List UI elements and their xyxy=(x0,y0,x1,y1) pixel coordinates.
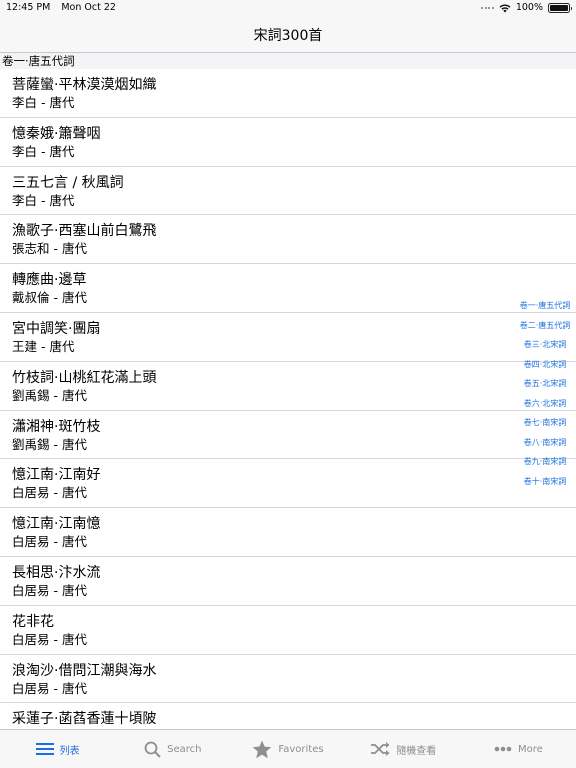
section-header: 卷一·唐五代詞 xyxy=(0,53,576,69)
battery-percent: 100% xyxy=(515,2,543,13)
section-index-item[interactable]: 卷二·唐五代詞 xyxy=(516,316,574,336)
section-index-item[interactable]: 卷十·南宋詞 xyxy=(516,472,574,492)
list-item[interactable]: 采蓮子·菡萏香蓮十頃陂皇甫松 - 唐代 xyxy=(0,703,576,729)
section-index-item[interactable]: 卷五·北宋詞 xyxy=(516,374,574,394)
poem-list[interactable]: 菩薩蠻·平林漠漠烟如織 李白 - 唐代 憶秦娥·簫聲咽 李白 - 唐代 三五七言 / 秋… xyxy=(0,69,576,729)
section-index-item[interactable]: 卷七·南宋詞 xyxy=(516,413,574,433)
poem-title: 憶秦娥·簫聲咽 xyxy=(12,125,101,142)
poem-title: 竹枝詞·山桃紅花滿上頭 xyxy=(12,369,157,386)
section-index-item[interactable]: 卷八·南宋詞 xyxy=(516,433,574,453)
poem-title: 花非花 xyxy=(12,613,54,630)
battery-icon xyxy=(548,2,572,13)
search-icon xyxy=(144,741,161,758)
tab-list[interactable]: 列表 xyxy=(0,730,115,768)
poem-author: 白居易 - 唐代 xyxy=(12,534,87,550)
tab-bar: 列表 Search Favorites 隨機查看 More xyxy=(0,729,576,768)
poem-author: 王建 - 唐代 xyxy=(12,338,75,354)
poem-author: 戴叔倫 - 唐代 xyxy=(12,290,87,306)
list-item[interactable]: 花非花 白居易 - 唐代 xyxy=(0,606,576,655)
tab-label: More xyxy=(518,743,543,755)
section-index-item[interactable]: 卷六·北宋詞 xyxy=(516,394,574,414)
poem-author: 張志和 - 唐代 xyxy=(12,241,87,257)
tab-more[interactable]: More xyxy=(461,730,576,768)
poem-title: 憶江南·江南憶 xyxy=(12,516,101,533)
list-item[interactable]: 浪淘沙·借問江潮與海水 白居易 - 唐代 xyxy=(0,655,576,704)
poem-title: 采蓮子·菡萏香蓮十頃陂 xyxy=(12,711,157,728)
tab-label: 列表 xyxy=(59,745,80,757)
tab-favorites[interactable]: Favorites xyxy=(230,730,345,768)
tab-label: Search xyxy=(167,743,202,755)
poem-title: 長相思·汴水流 xyxy=(12,564,101,581)
poem-author: 劉禹錫 - 唐代 xyxy=(12,387,87,403)
poem-author: 李白 - 唐代 xyxy=(12,143,75,159)
section-index[interactable]: 卷一·唐五代詞 卷二·唐五代詞 卷三·北宋詞 卷四·北宋詞 卷五·北宋詞 卷六·北宋詞 卷七… xyxy=(516,296,574,491)
poem-title: 漁歌子·西塞山前白鷺飛 xyxy=(12,223,157,240)
tab-search[interactable]: Search xyxy=(115,730,230,768)
tab-label: 隨機查看 xyxy=(396,745,437,757)
page-title: 宋詞300首 xyxy=(253,28,323,44)
status-left: 12:45 PM Mon Oct 22 xyxy=(6,2,124,13)
poem-author: 李白 - 唐代 xyxy=(12,95,75,110)
poem-author: 白居易 - 唐代 xyxy=(12,631,87,647)
poem-author: 白居易 - 唐代 xyxy=(12,485,87,501)
list-item[interactable]: 憶秦娥·簫聲咽 李白 - 唐代 xyxy=(0,118,576,167)
section-index-item[interactable]: 卷一·唐五代詞 xyxy=(516,296,574,316)
wifi-icon xyxy=(499,4,511,12)
poem-author: 白居易 - 唐代 xyxy=(12,582,87,598)
navigation-bar: 宋詞300首 xyxy=(0,16,576,53)
poem-author: 劉禹錫 - 唐代 xyxy=(12,436,87,452)
list-item[interactable]: 長相思·汴水流 白居易 - 唐代 xyxy=(0,557,576,606)
status-bar: 12:45 PM Mon Oct 22 100% xyxy=(0,0,576,16)
poem-title: 菩薩蠻·平林漠漠烟如織 xyxy=(12,77,157,93)
signal-icon xyxy=(481,6,494,9)
poem-title: 憶江南·江南好 xyxy=(12,467,101,484)
tab-random[interactable]: 隨機查看 xyxy=(346,730,461,768)
section-index-item[interactable]: 卷四·北宋詞 xyxy=(516,355,574,375)
section-index-item[interactable]: 卷三·北宋詞 xyxy=(516,335,574,355)
shuffle-icon xyxy=(370,742,390,756)
list-item[interactable]: 漁歌子·西塞山前白鷺飛 張志和 - 唐代 xyxy=(0,215,576,265)
status-time: 12:45 PM xyxy=(6,2,51,13)
list-item[interactable]: 轉應曲·邊草 戴叔倫 - 唐代 xyxy=(0,264,576,313)
list-icon xyxy=(35,742,54,756)
poem-title: 宮中調笑·團扇 xyxy=(12,320,101,337)
list-item[interactable]: 瀟湘神·斑竹枝 劉禹錫 - 唐代 xyxy=(0,411,576,460)
star-icon xyxy=(252,740,272,759)
poem-title: 三五七言 / 秋風詞 xyxy=(12,174,124,191)
section-index-item[interactable]: 卷九·南宋詞 xyxy=(516,452,574,472)
list-item[interactable]: 憶江南·江南憶 白居易 - 唐代 xyxy=(0,508,576,557)
tab-label: Favorites xyxy=(278,743,324,755)
poem-title: 轉應曲·邊草 xyxy=(12,272,87,289)
poem-author: 白居易 - 唐代 xyxy=(12,680,87,696)
list-item[interactable]: 三五七言 / 秋風詞 李白 - 唐代 xyxy=(0,167,576,216)
list-item[interactable]: 菩薩蠻·平林漠漠烟如織 李白 - 唐代 xyxy=(0,69,576,118)
list-item[interactable]: 憶江南·江南好 白居易 - 唐代 xyxy=(0,459,576,509)
list-item[interactable]: 竹枝詞·山桃紅花滿上頭 劉禹錫 - 唐代 xyxy=(0,362,576,411)
poem-title: 浪淘沙·借問江潮與海水 xyxy=(12,662,157,679)
more-icon xyxy=(494,746,512,752)
list-item[interactable]: 宮中調笑·團扇 王建 - 唐代 xyxy=(0,313,576,362)
poem-title: 瀟湘神·斑竹枝 xyxy=(12,418,101,435)
status-date: Mon Oct 22 xyxy=(61,2,116,13)
status-right: 100% xyxy=(481,2,572,13)
poem-author: 李白 - 唐代 xyxy=(12,192,75,208)
